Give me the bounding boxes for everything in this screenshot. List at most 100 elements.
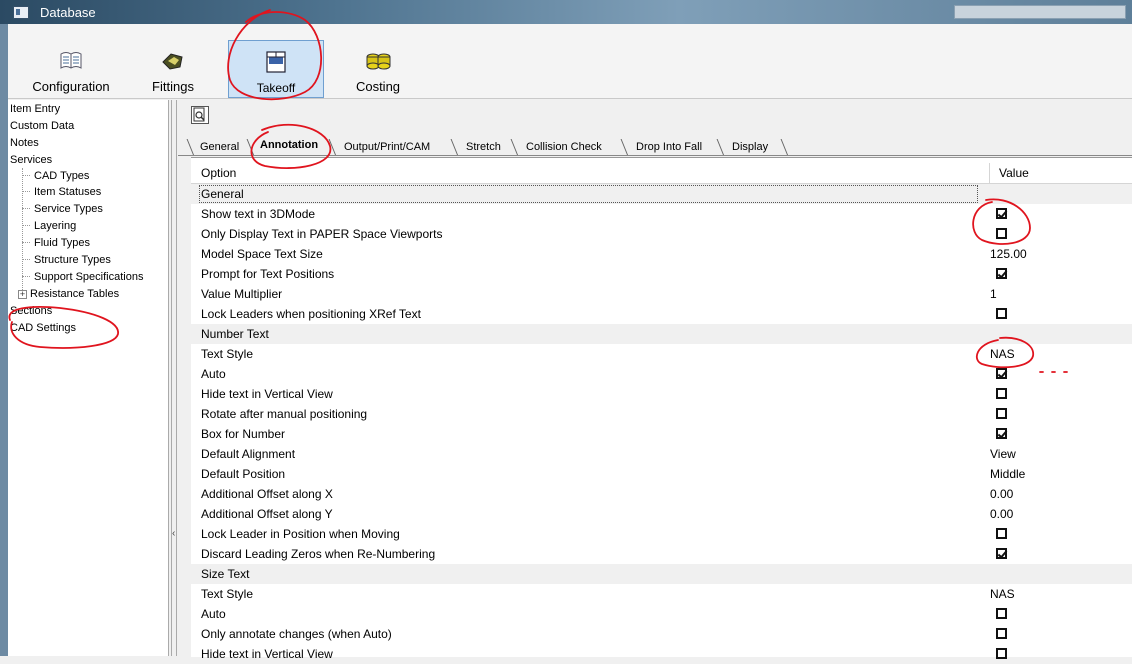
- checked-checkbox[interactable]: [996, 268, 1007, 279]
- sidebar-item-support-specifications[interactable]: Support Specifications: [34, 271, 143, 283]
- grid-row[interactable]: Prompt for Text Positions: [191, 264, 1132, 284]
- grid-row[interactable]: Only annotate changes (when Auto): [191, 624, 1132, 644]
- checked-checkbox[interactable]: [996, 208, 1007, 219]
- property-grid: Option Value General Show text in 3DMode O…: [191, 157, 1132, 661]
- grid-row[interactable]: Text Style NAS: [191, 584, 1132, 604]
- grid-row[interactable]: Rotate after manual positioning: [191, 404, 1132, 424]
- panel-splitter[interactable]: ‹: [171, 100, 177, 656]
- titlebar-search-box[interactable]: [954, 5, 1126, 19]
- option-label: Default Position: [201, 467, 286, 481]
- option-label: Lock Leaders when positioning XRef Text: [201, 307, 421, 321]
- unchecked-checkbox[interactable]: [996, 528, 1007, 539]
- sidebar-item-notes[interactable]: Notes: [10, 137, 39, 149]
- sidebar-item-cad-types[interactable]: CAD Types: [34, 170, 89, 182]
- sidebar-item-cad-settings[interactable]: CAD Settings: [10, 322, 76, 334]
- unchecked-checkbox[interactable]: [996, 628, 1007, 639]
- main-panel: General Annotation Output/Print/CAM Stre…: [178, 100, 1132, 661]
- configuration-button[interactable]: Configuration: [26, 40, 116, 98]
- sidebar-item-sections[interactable]: Sections: [10, 305, 52, 317]
- value-column-header[interactable]: Value: [999, 166, 1029, 180]
- fittings-icon: [162, 53, 183, 70]
- value-cell[interactable]: 0.00: [990, 487, 1013, 501]
- tab-general[interactable]: General: [194, 139, 246, 156]
- tab-stretch[interactable]: Stretch: [460, 139, 507, 156]
- grid-row[interactable]: Show text in 3DMode: [191, 204, 1132, 224]
- grid-row[interactable]: Additional Offset along Y 0.00: [191, 504, 1132, 524]
- grid-row[interactable]: Text Style NAS: [191, 344, 1132, 364]
- value-cell[interactable]: 125.00: [990, 247, 1027, 261]
- book-icon: [60, 52, 82, 69]
- costing-button[interactable]: Costing: [343, 40, 413, 98]
- collapse-arrow-icon[interactable]: ‹: [172, 528, 175, 539]
- grid-row[interactable]: Box for Number: [191, 424, 1132, 444]
- grid-row[interactable]: Hide text in Vertical View: [191, 384, 1132, 404]
- sidebar-item-layering[interactable]: Layering: [34, 220, 76, 232]
- sidebar-item-item-entry[interactable]: Item Entry: [10, 103, 60, 115]
- fittings-button[interactable]: Fittings: [143, 40, 203, 98]
- sidebar-item-custom-data[interactable]: Custom Data: [10, 120, 74, 132]
- unchecked-checkbox[interactable]: [996, 648, 1007, 659]
- grid-group-row: Size Text: [191, 564, 1132, 584]
- option-label: Auto: [201, 607, 226, 621]
- grid-row[interactable]: Auto: [191, 604, 1132, 624]
- sidebar-item-item-statuses[interactable]: Item Statuses: [34, 186, 101, 198]
- value-cell[interactable]: 1: [990, 287, 997, 301]
- value-cell[interactable]: Middle: [990, 467, 1025, 481]
- unchecked-checkbox[interactable]: [996, 408, 1007, 419]
- value-cell[interactable]: 0.00: [990, 507, 1013, 521]
- title-bar: Database: [0, 0, 1132, 24]
- checked-checkbox[interactable]: [996, 428, 1007, 439]
- group-label: General: [199, 185, 978, 203]
- unchecked-checkbox[interactable]: [996, 388, 1007, 399]
- tab-output-print-cam[interactable]: Output/Print/CAM: [338, 139, 437, 156]
- expand-icon[interactable]: +: [18, 290, 27, 299]
- option-label: Lock Leader in Position when Moving: [201, 527, 400, 541]
- sidebar-item-service-types[interactable]: Service Types: [34, 203, 103, 215]
- tab-annotation[interactable]: Annotation: [254, 137, 325, 156]
- grid-row[interactable]: Auto: [191, 364, 1132, 384]
- ribbon-toolbar: Configuration Fittings Takeoff Costing: [8, 24, 1132, 99]
- grid-row[interactable]: Hide text in Vertical View: [191, 644, 1132, 664]
- option-label: Rotate after manual positioning: [201, 407, 368, 421]
- grid-row[interactable]: Lock Leaders when positioning XRef Text: [191, 304, 1132, 324]
- sidebar-item-resistance-tables[interactable]: Resistance Tables: [30, 288, 119, 300]
- costing-label: Costing: [355, 79, 401, 94]
- value-cell[interactable]: NAS: [990, 347, 1015, 361]
- value-cell[interactable]: View: [990, 447, 1016, 461]
- option-column-header[interactable]: Option: [201, 166, 236, 180]
- fittings-label: Fittings: [152, 79, 194, 94]
- grid-group-row: General: [191, 184, 1132, 204]
- tab-collision-check[interactable]: Collision Check: [520, 139, 608, 156]
- option-label: Model Space Text Size: [201, 247, 323, 261]
- tab-drop-into-fall[interactable]: Drop Into Fall: [630, 139, 709, 156]
- checked-checkbox[interactable]: [996, 548, 1007, 559]
- grid-group-row: Number Text: [191, 324, 1132, 344]
- option-label: Value Multiplier: [201, 287, 283, 301]
- value-cell[interactable]: NAS: [990, 587, 1015, 601]
- tree-connector: [22, 168, 23, 290]
- window-frame-left: [0, 24, 8, 656]
- grid-row[interactable]: Default Position Middle: [191, 464, 1132, 484]
- sidebar-item-services[interactable]: Services: [10, 154, 52, 166]
- checked-checkbox[interactable]: [996, 368, 1007, 379]
- tab-display[interactable]: Display: [726, 139, 775, 156]
- unchecked-checkbox[interactable]: [996, 308, 1007, 319]
- preview-button[interactable]: [191, 106, 209, 124]
- grid-row[interactable]: Discard Leading Zeros when Re-Numbering: [191, 544, 1132, 564]
- takeoff-icon: [266, 51, 286, 73]
- sidebar-item-fluid-types[interactable]: Fluid Types: [34, 237, 90, 249]
- unchecked-checkbox[interactable]: [996, 608, 1007, 619]
- grid-row[interactable]: Default Alignment View: [191, 444, 1132, 464]
- coins-icon: [366, 53, 391, 70]
- option-label: Hide text in Vertical View: [201, 647, 333, 661]
- takeoff-button[interactable]: Takeoff: [228, 40, 324, 98]
- sidebar-item-structure-types[interactable]: Structure Types: [34, 254, 111, 266]
- option-label: Default Alignment: [201, 447, 296, 461]
- grid-row[interactable]: Model Space Text Size 125.00: [191, 244, 1132, 264]
- grid-row[interactable]: Additional Offset along X 0.00: [191, 484, 1132, 504]
- grid-row[interactable]: Value Multiplier 1: [191, 284, 1132, 304]
- unchecked-checkbox[interactable]: [996, 228, 1007, 239]
- option-label: Only Display Text in PAPER Space Viewpor…: [201, 227, 443, 241]
- grid-row[interactable]: Only Display Text in PAPER Space Viewpor…: [191, 224, 1132, 244]
- grid-row[interactable]: Lock Leader in Position when Moving: [191, 524, 1132, 544]
